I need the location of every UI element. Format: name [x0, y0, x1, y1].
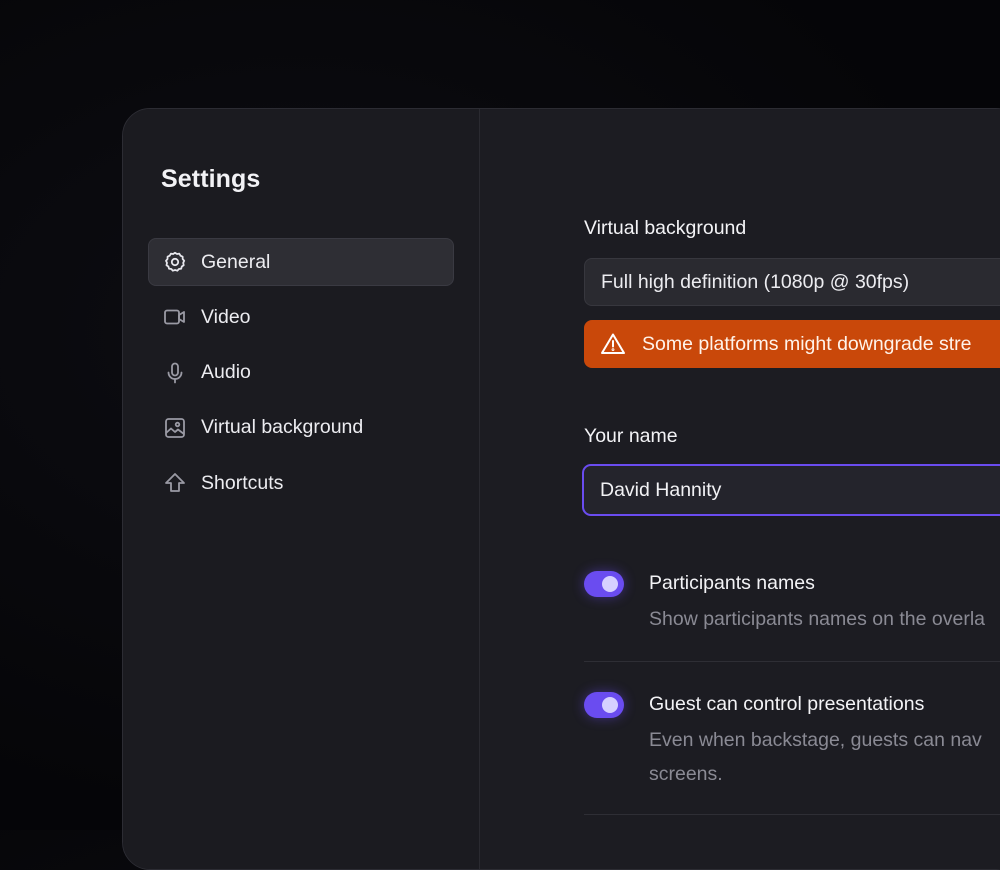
name-input[interactable] [582, 464, 1000, 516]
warning-banner: Some platforms might downgrade stre [584, 320, 1000, 368]
sidebar-item-label: Video [201, 305, 251, 328]
settings-sidebar: Settings General Video Audio Virtual bac… [123, 109, 480, 869]
sidebar-item-video[interactable]: Video [148, 293, 454, 341]
page-title: Settings [161, 165, 261, 193]
sidebar-item-label: Virtual background [201, 416, 364, 439]
your-name-label: Your name [584, 425, 678, 447]
participants-names-title: Participants names [649, 572, 815, 594]
virtual-background-label: Virtual background [584, 217, 747, 239]
guest-control-toggle[interactable] [584, 692, 624, 718]
guest-control-description-line: Even when backstage, guests can nav [649, 729, 982, 751]
gear-icon [163, 250, 187, 274]
toggle-knob [602, 697, 618, 713]
shortcut-icon [163, 471, 187, 495]
settings-nav: General Video Audio Virtual background S… [148, 238, 454, 514]
settings-content: Virtual background Full high definition … [480, 109, 1000, 869]
participants-names-toggle[interactable] [584, 571, 624, 597]
sidebar-item-label: General [201, 250, 271, 273]
guest-control-title: Guest can control presentations [649, 693, 925, 715]
warning-icon [600, 331, 626, 357]
sidebar-item-label: Audio [201, 361, 251, 384]
sidebar-item-label: Shortcuts [201, 471, 284, 494]
divider [584, 814, 1000, 815]
video-icon [163, 305, 187, 329]
toggle-knob [602, 576, 618, 592]
divider [584, 661, 1000, 662]
microphone-icon [163, 361, 187, 385]
warning-text: Some platforms might downgrade stre [642, 332, 972, 355]
settings-window: Settings General Video Audio Virtual bac… [122, 108, 1000, 870]
sidebar-item-audio[interactable]: Audio [148, 349, 454, 397]
quality-select-value: Full high definition (1080p @ 30fps) [601, 270, 910, 293]
sidebar-item-general[interactable]: General [148, 238, 454, 286]
sidebar-item-virtual-background[interactable]: Virtual background [148, 404, 454, 452]
sidebar-item-shortcuts[interactable]: Shortcuts [148, 459, 454, 507]
guest-control-description-line: screens. [649, 763, 723, 785]
guest-control-description: Even when backstage, guests can nav scre… [649, 723, 1000, 791]
participants-names-description: Show participants names on the overla [649, 608, 986, 630]
quality-select[interactable]: Full high definition (1080p @ 30fps) [584, 258, 1000, 306]
image-icon [163, 416, 187, 440]
